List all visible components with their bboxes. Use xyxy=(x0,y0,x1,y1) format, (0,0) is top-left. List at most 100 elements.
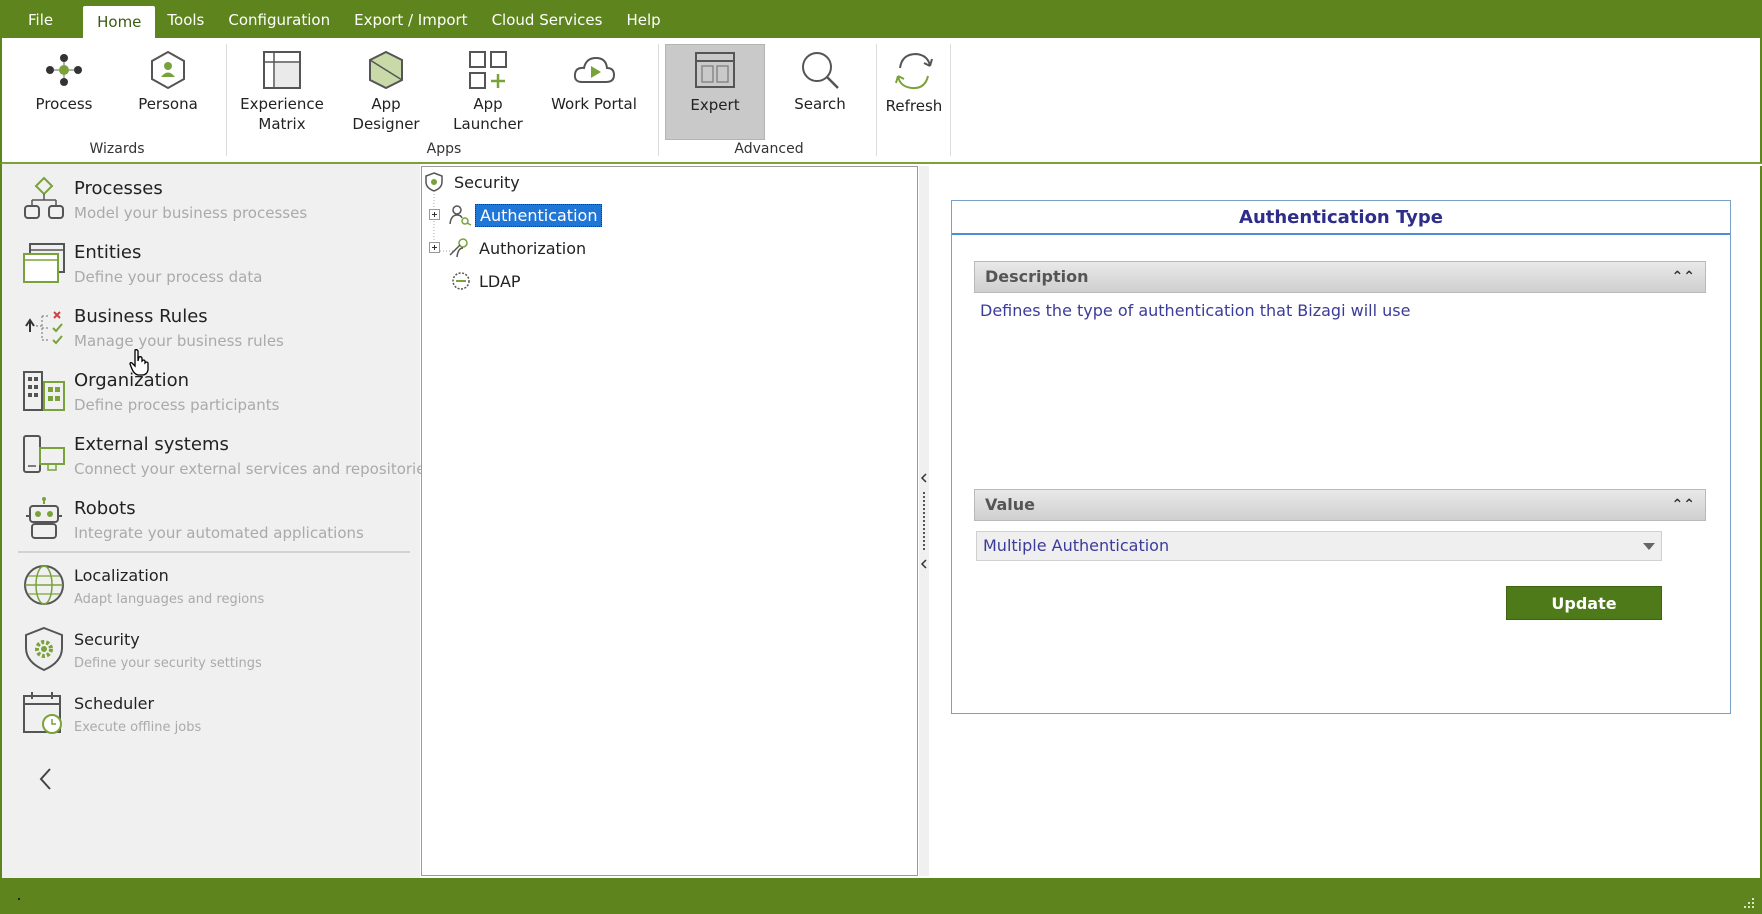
ribbon-separator xyxy=(950,44,951,156)
collapse-nav-chevron-left-icon[interactable] xyxy=(36,764,56,794)
ribbon-group-wizards: Process Persona Wizards xyxy=(12,42,222,160)
app-designer-label: App Designer xyxy=(352,95,420,133)
section-label: Description xyxy=(985,267,1089,286)
ribbon-separator xyxy=(658,44,659,156)
menu-export-import[interactable]: Export / Import xyxy=(342,0,479,38)
menu-help[interactable]: Help xyxy=(614,0,672,38)
menu-file[interactable]: File xyxy=(16,0,65,38)
refresh-icon xyxy=(895,52,933,90)
shield-icon xyxy=(425,172,443,192)
nav-title: Business Rules xyxy=(74,306,208,327)
menu-configuration[interactable]: Configuration xyxy=(216,0,342,38)
process-label: Process xyxy=(35,95,93,113)
expert-button[interactable]: Expert xyxy=(665,44,765,140)
description-section-header[interactable]: Description ⌃⌃ xyxy=(974,261,1706,293)
nav-subtitle: Manage your business rules xyxy=(74,332,284,350)
update-button[interactable]: Update xyxy=(1506,586,1662,620)
menu-bar: File Home Tools Configuration Export / I… xyxy=(0,0,1762,38)
app-launcher-button[interactable]: App Launcher xyxy=(438,44,538,140)
persona-wizard-button[interactable]: Persona xyxy=(118,44,218,140)
description-text: Defines the type of authentication that … xyxy=(980,301,1411,320)
property-title: Authentication Type xyxy=(952,201,1730,235)
ldap-icon xyxy=(452,272,470,290)
work-portal-button[interactable]: Work Portal xyxy=(544,44,644,140)
app-designer-icon xyxy=(369,50,403,90)
app-designer-button[interactable]: App Designer xyxy=(336,44,436,140)
group-label-advanced: Advanced xyxy=(734,141,804,157)
nav-title: Processes xyxy=(74,178,163,199)
authentication-type-dropdown[interactable]: Multiple Authentication xyxy=(976,531,1662,561)
nav-item-entities[interactable]: Entities Define your process data xyxy=(22,236,412,296)
nav-subtitle: Connect your external services and repos… xyxy=(74,460,434,478)
nav-title: Entities xyxy=(74,242,142,263)
work-portal-label: Work Portal xyxy=(551,95,637,113)
dropdown-selected-value: Multiple Authentication xyxy=(983,536,1170,555)
search-button[interactable]: Search xyxy=(770,44,870,140)
nav-item-organization[interactable]: Organization Define process participants xyxy=(22,364,412,424)
tree-expander-authentication[interactable] xyxy=(429,209,440,220)
section-label: Value xyxy=(985,495,1036,514)
process-icon xyxy=(46,54,82,86)
tree-label: Authorization xyxy=(479,238,587,258)
nav-title: Scheduler xyxy=(74,694,155,713)
tree-label: Security xyxy=(454,172,520,192)
experience-matrix-icon xyxy=(263,51,301,89)
expert-label: Expert xyxy=(690,96,740,114)
nav-subtitle: Adapt languages and regions xyxy=(74,592,265,607)
tree-expander-authorization[interactable] xyxy=(429,242,440,253)
splitter-grip-icon xyxy=(920,473,927,569)
refresh-button[interactable]: Refresh xyxy=(864,44,964,140)
nav-item-processes[interactable]: Processes Model your business processes xyxy=(22,172,412,232)
value-section-header[interactable]: Value ⌃⌃ xyxy=(974,489,1706,521)
ribbon: Process Persona Wizards Experience Matri… xyxy=(0,38,1762,164)
organization-icon xyxy=(23,371,65,411)
robot-icon xyxy=(26,497,62,539)
nav-item-robots[interactable]: Robots Integrate your automated applicat… xyxy=(22,492,412,552)
experience-matrix-button[interactable]: Experience Matrix xyxy=(232,44,332,140)
tree-node-authorization[interactable]: Authorization xyxy=(448,235,590,261)
nav-divider xyxy=(18,551,410,553)
nav-item-business-rules[interactable]: Business Rules Manage your business rule… xyxy=(22,300,412,360)
dropdown-arrow-icon[interactable] xyxy=(1643,543,1655,550)
nav-title: Security xyxy=(74,630,140,649)
group-label-wizards: Wizards xyxy=(89,141,145,157)
nav-title: Localization xyxy=(74,566,169,585)
external-systems-icon xyxy=(23,435,65,473)
processes-icon xyxy=(24,176,64,219)
ribbon-separator xyxy=(226,44,227,156)
ribbon-group-apps: Experience Matrix App Designer App Launc… xyxy=(232,42,656,160)
nav-subtitle: Model your business processes xyxy=(74,204,308,222)
property-panel: Authentication Type Description ⌃⌃ Defin… xyxy=(951,200,1731,714)
persona-label: Persona xyxy=(138,95,198,113)
collapse-double-chevron-up-icon[interactable]: ⌃⌃ xyxy=(1672,262,1695,292)
nav-item-external-systems[interactable]: External systems Connect your external s… xyxy=(22,428,433,488)
user-check-icon xyxy=(449,238,468,258)
nav-subtitle: Integrate your automated applications xyxy=(74,524,364,542)
tree-node-ldap[interactable]: LDAP xyxy=(450,268,525,294)
globe-icon xyxy=(24,565,64,605)
app-launcher-icon xyxy=(469,51,507,89)
status-indicator xyxy=(18,898,20,900)
nav-subtitle: Define your security settings xyxy=(74,656,262,671)
group-label-apps: Apps xyxy=(426,141,462,157)
shield-icon xyxy=(25,626,63,672)
nav-title: External systems xyxy=(74,434,229,455)
resize-grip-icon[interactable] xyxy=(1740,894,1756,910)
user-key-icon xyxy=(449,205,472,226)
nav-item-localization[interactable]: Localization Adapt languages and regions xyxy=(22,558,412,618)
business-rules-icon xyxy=(25,311,63,345)
collapse-double-chevron-up-icon[interactable]: ⌃⌃ xyxy=(1672,490,1695,520)
nav-item-scheduler[interactable]: Scheduler Execute offline jobs xyxy=(22,686,412,746)
menu-home[interactable]: Home xyxy=(83,6,156,38)
menu-cloud-services[interactable]: Cloud Services xyxy=(480,0,615,38)
expert-icon xyxy=(695,52,735,88)
panel-splitter[interactable] xyxy=(919,166,929,876)
experience-matrix-label: Experience Matrix xyxy=(240,95,324,133)
nav-item-security[interactable]: Security Define your security settings xyxy=(22,622,412,682)
process-wizard-button[interactable]: Process xyxy=(14,44,114,140)
nav-subtitle: Define process participants xyxy=(74,396,280,414)
app-launcher-label: App Launcher xyxy=(453,95,523,133)
nav-subtitle: Execute offline jobs xyxy=(74,720,202,735)
tree-node-authentication[interactable]: Authentication xyxy=(448,202,603,228)
menu-tools[interactable]: Tools xyxy=(155,0,216,38)
